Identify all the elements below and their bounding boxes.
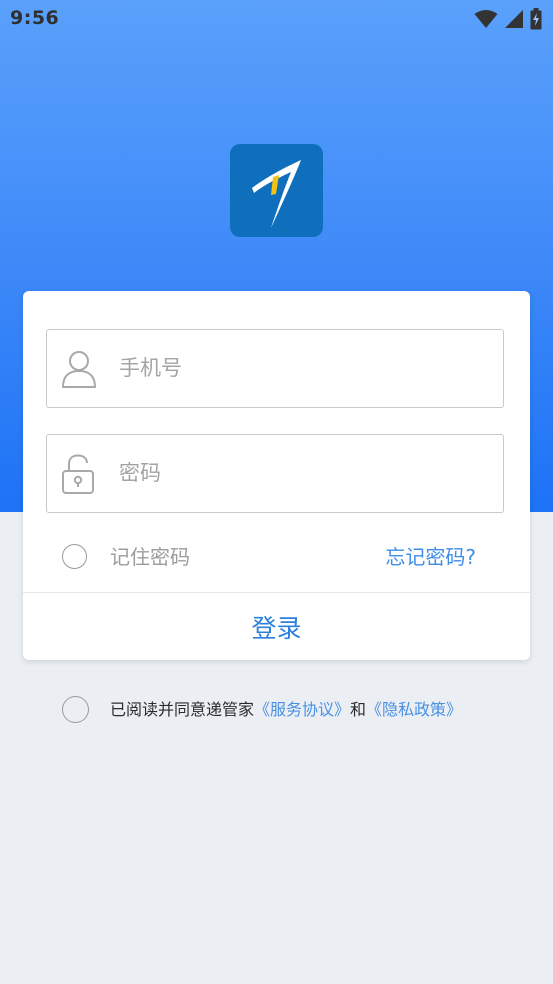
remember-password-radio[interactable] (62, 544, 87, 569)
privacy-policy-link[interactable]: 《隐私政策》 (366, 700, 462, 719)
agreement-prefix: 已阅读并同意递管家 (110, 700, 255, 719)
phone-field[interactable] (46, 329, 504, 408)
user-icon (62, 351, 96, 388)
remember-password-label[interactable]: 记住密码 (110, 544, 190, 570)
lock-open-icon (62, 454, 94, 494)
status-icons (474, 6, 542, 32)
login-button[interactable]: 登录 (23, 593, 530, 660)
app-logo-icon (252, 160, 301, 228)
password-field[interactable] (46, 434, 504, 513)
service-agreement-link[interactable]: 《服务协议》 (254, 700, 350, 719)
status-time: 9:56 (10, 7, 60, 29)
forgot-password-link[interactable]: 忘记密码? (385, 544, 476, 570)
battery-icon (530, 8, 542, 30)
agreement-connector: 和 (350, 700, 367, 719)
agreement-radio[interactable] (62, 696, 89, 723)
app-logo (230, 144, 323, 237)
phone-input[interactable] (119, 330, 489, 406)
status-bar: 9:56 (0, 0, 553, 38)
login-card: 记住密码 忘记密码? 登录 (23, 291, 530, 660)
agreement-text: 已阅读并同意递管家《服务协议》和《隐私政策》 (110, 699, 462, 721)
signal-icon (505, 10, 523, 28)
password-input[interactable] (119, 435, 489, 511)
wifi-icon (474, 10, 498, 28)
